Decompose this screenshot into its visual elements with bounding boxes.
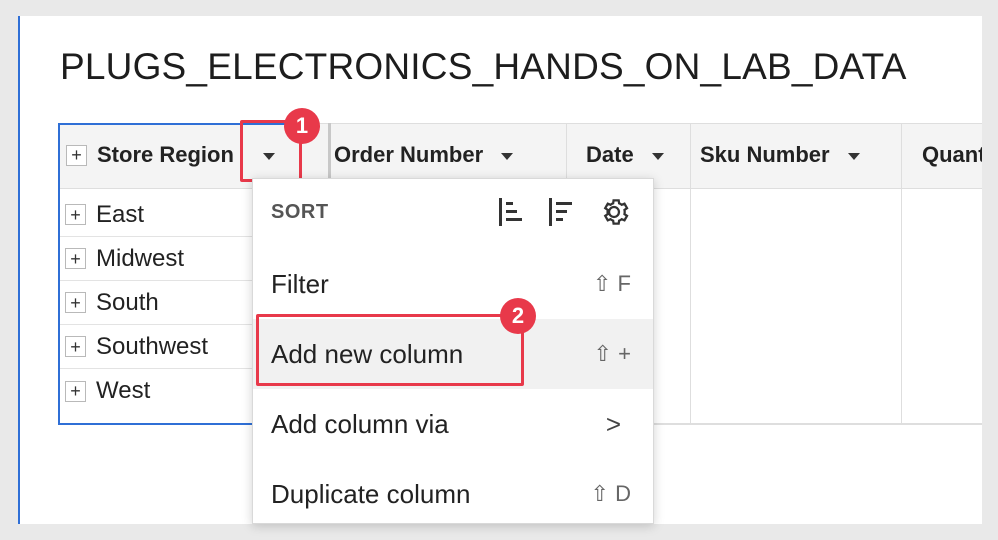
column-divider: [901, 123, 902, 423]
column-header-label: Order Number: [334, 142, 484, 167]
sort-ascending-icon[interactable]: [497, 196, 525, 228]
column-header-sku-number[interactable]: Sku Number: [700, 123, 900, 187]
column-header-label: Date: [586, 142, 634, 167]
chevron-down-icon[interactable]: [651, 153, 664, 160]
column-header-quantity[interactable]: Quantity: [922, 123, 982, 187]
column-divider: [690, 123, 691, 423]
menu-item-duplicate-column[interactable]: Duplicate column ⇧ D: [253, 459, 653, 529]
chevron-down-icon[interactable]: [501, 153, 514, 160]
menu-item-filter[interactable]: Filter ⇧ F: [253, 249, 653, 319]
callout-badge-step-2: 2: [500, 298, 536, 334]
menu-item-label: Add column via: [271, 408, 449, 439]
shortcut-hint: ⇧ F: [593, 271, 631, 296]
sort-icons: [497, 195, 631, 229]
page-title: PLUGS_ELECTRONICS_HANDS_ON_LAB_DATA: [60, 46, 907, 87]
sort-descending-icon[interactable]: [547, 196, 575, 228]
shortcut-hint: ⇧ +: [593, 341, 631, 366]
chevron-down-icon[interactable]: [847, 153, 860, 160]
column-header-label: Sku Number: [700, 142, 830, 167]
menu-item-add-column-via[interactable]: Add column via >: [253, 389, 653, 459]
shortcut-hint: ⇧ D: [590, 481, 631, 506]
gear-icon[interactable]: [597, 195, 631, 229]
menu-item-label: Duplicate column: [271, 478, 471, 509]
callout-badge-step-1: 1: [284, 108, 320, 144]
sort-section-label: SORT: [271, 201, 329, 223]
callout-highlight-add-new-column: [256, 314, 524, 386]
menu-item-label: Filter: [271, 268, 329, 299]
column-header-label: Quantity: [922, 142, 982, 167]
chevron-right-icon: >: [605, 408, 621, 439]
